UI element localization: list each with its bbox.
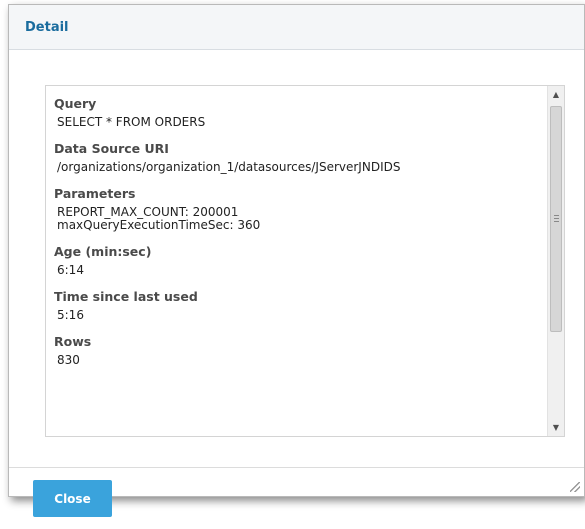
field-value-time-since-last-used: 5:16 xyxy=(57,308,84,322)
field-label-parameters: Parameters xyxy=(54,186,136,201)
field-label-age: Age (min:sec) xyxy=(54,244,152,259)
field-age: Age (min:sec) 6:14 xyxy=(54,244,547,277)
scroll-down-arrow-icon[interactable]: ▼ xyxy=(548,419,564,436)
scroll-thumb[interactable] xyxy=(550,106,562,332)
field-data-source-uri: Data Source URI /organizations/organizat… xyxy=(54,141,547,174)
field-parameters: Parameters REPORT_MAX_COUNT: 200001 maxQ… xyxy=(54,186,547,232)
field-rows: Rows 830 xyxy=(54,334,547,367)
field-value-rows: 830 xyxy=(57,353,80,367)
detail-dialog: Detail Query SELECT * FROM ORDERS Data S… xyxy=(8,4,585,517)
dialog-title: Detail xyxy=(25,20,69,35)
dialog-header: Detail xyxy=(9,5,584,50)
field-query: Query SELECT * FROM ORDERS xyxy=(54,96,547,129)
field-value-age: 6:14 xyxy=(57,263,84,277)
field-time-since-last-used: Time since last used 5:16 xyxy=(54,289,547,322)
field-label-rows: Rows xyxy=(54,334,92,349)
field-label-time-since-last-used: Time since last used xyxy=(54,289,198,304)
field-label-data-source-uri: Data Source URI xyxy=(54,141,169,156)
vertical-scrollbar[interactable]: ▲ ▼ xyxy=(547,86,564,436)
detail-panel: Query SELECT * FROM ORDERS Data Source U… xyxy=(45,85,565,437)
resize-grip-icon[interactable] xyxy=(570,482,580,492)
field-value-data-source-uri: /organizations/organization_1/datasource… xyxy=(57,160,401,174)
field-label-query: Query xyxy=(54,96,97,111)
grip-icon xyxy=(554,215,559,222)
scroll-up-arrow-icon[interactable]: ▲ xyxy=(548,86,564,103)
field-value-parameters-2: maxQueryExecutionTimeSec: 360 xyxy=(57,218,261,232)
detail-content: Query SELECT * FROM ORDERS Data Source U… xyxy=(46,86,547,436)
close-button[interactable]: Close xyxy=(33,480,112,517)
field-value-query: SELECT * FROM ORDERS xyxy=(57,115,206,129)
